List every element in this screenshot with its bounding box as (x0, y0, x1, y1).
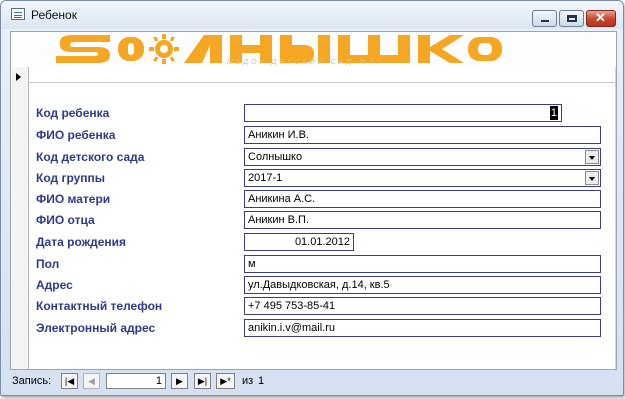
group-value: 2017-1 (248, 172, 283, 184)
minimize-icon (541, 20, 549, 22)
label-group-id: Код группы (36, 171, 106, 185)
label-email: Электронный адрес (36, 321, 156, 335)
child-name-field[interactable]: Аникин И.В. (244, 126, 601, 144)
label-phone: Контактный телефон (36, 299, 163, 313)
maximize-button[interactable] (559, 10, 584, 27)
label-kindergarten-id: Код детского сада (36, 150, 145, 164)
email-field[interactable]: anikin.i.v@mail.ru (244, 319, 601, 337)
mother-name-field[interactable]: Аникина А.С. (244, 190, 601, 208)
record-selector[interactable] (12, 67, 29, 369)
father-name-field[interactable]: Аникин В.П. (244, 211, 601, 229)
record-of-label: из (242, 375, 254, 387)
record-label: Запись: (12, 375, 52, 387)
new-record-button[interactable]: ▶* (216, 373, 235, 389)
title-bar: Ребенок ✕ (1, 1, 623, 29)
child-id-value: 1 (549, 106, 558, 120)
group-combo[interactable]: 2017-1 (244, 169, 601, 187)
section-divider (28, 82, 616, 83)
label-address: Адрес (36, 278, 73, 292)
record-total: 1 (258, 375, 265, 387)
gender-field[interactable]: м (244, 255, 601, 273)
child-id-field[interactable]: 1 (244, 104, 562, 122)
form-icon (11, 8, 25, 20)
label-child-id: Код ребенка (36, 106, 110, 120)
form-header: МБДОУ ДЕТСКИЙ САД №77 (12, 32, 615, 66)
label-birth-date: Дата рождения (36, 235, 127, 249)
form-edge-divider (615, 67, 616, 369)
address-field[interactable]: ул.Давыдковская, д.14, кв.5 (244, 276, 601, 294)
chevron-down-icon (589, 177, 595, 181)
window-title: Ребенок (31, 8, 77, 22)
label-gender: Пол (36, 257, 60, 271)
chevron-down-icon (589, 156, 595, 160)
previous-record-button[interactable]: ◀ (83, 373, 100, 389)
minimize-button[interactable] (532, 10, 557, 27)
close-icon: ✕ (595, 10, 606, 25)
kindergarten-dropdown-button[interactable] (585, 150, 599, 164)
close-button[interactable]: ✕ (586, 10, 616, 27)
kindergarten-value: Солнышко (248, 151, 303, 163)
birth-date-field[interactable]: 01.01.2012 (244, 233, 354, 251)
kindergarten-combo[interactable]: Солнышко (244, 148, 601, 166)
maximize-icon (567, 15, 577, 22)
group-dropdown-button[interactable] (585, 171, 599, 185)
phone-field[interactable]: +7 495 753-85-41 (244, 297, 601, 315)
record-navigation-bar: Запись: |◀ ◀ 1 ▶ ▶| ▶* из 1 (10, 372, 617, 392)
form-window: Ребенок ✕ МБДОУ ДЕТСКИЙ САД №77 Код ребе… (0, 0, 624, 396)
next-record-button[interactable]: ▶ (171, 373, 188, 389)
label-child-name: ФИО ребенка (36, 128, 116, 142)
label-father-name: ФИО отца (36, 213, 95, 227)
logo-subtitle: МБДОУ ДЕТСКИЙ САД №77 (227, 59, 384, 66)
current-record-arrow-icon (16, 73, 21, 81)
first-record-button[interactable]: |◀ (61, 373, 78, 389)
label-mother-name: ФИО матери (36, 192, 111, 206)
last-record-button[interactable]: ▶| (194, 373, 211, 389)
current-record-input[interactable]: 1 (106, 373, 166, 389)
form-body: МБДОУ ДЕТСКИЙ САД №77 Код ребенка ФИО ре… (10, 31, 617, 370)
